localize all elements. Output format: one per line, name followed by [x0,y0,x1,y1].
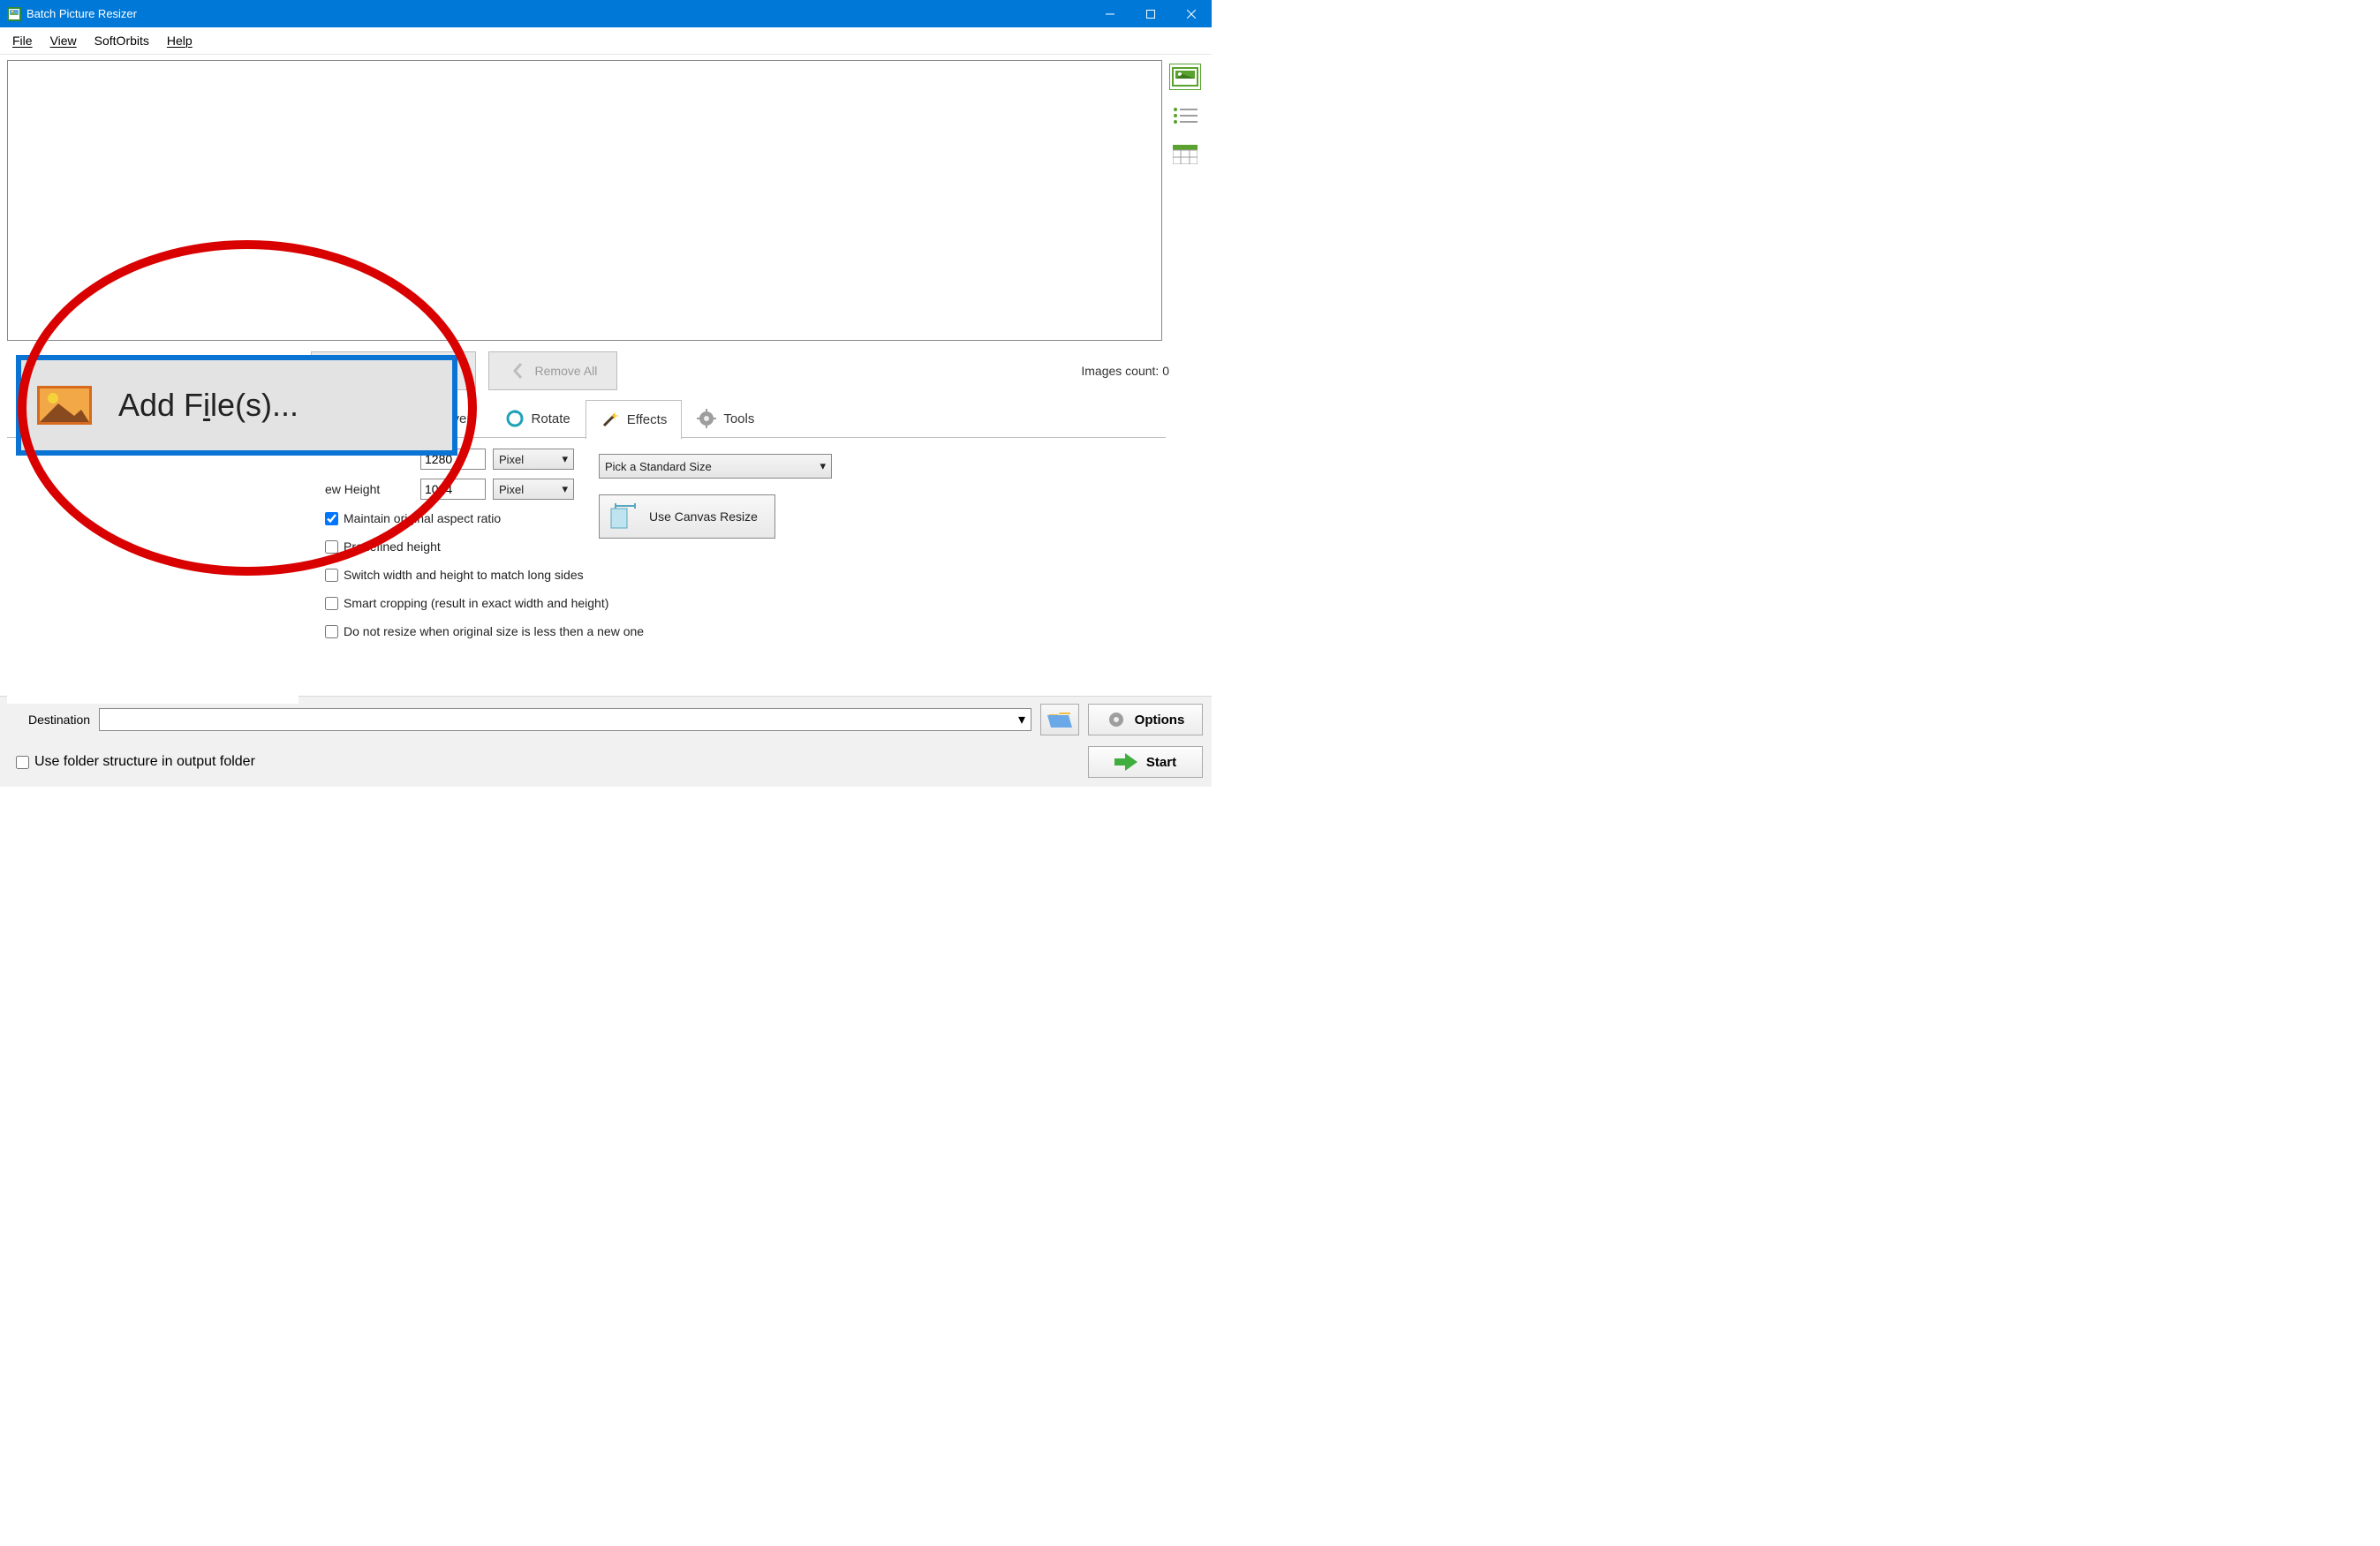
new-height-row: ew Height Pixel▾ [325,477,599,502]
destination-select[interactable]: ▾ [99,708,1031,731]
new-height-input[interactable] [420,479,486,500]
bottom-bar: Destination ▾ Options Use folder structu… [0,696,1212,787]
rotate-icon [505,409,525,428]
wand-icon [601,410,620,429]
window-title: Batch Picture Resizer [26,7,1090,20]
menu-softorbits[interactable]: SoftOrbits [86,30,158,51]
use-folder-structure-checkbox[interactable]: Use folder structure in output folder [16,750,255,773]
view-thumbnail-button[interactable] [1169,64,1201,90]
add-files-button[interactable]: Add File(s)... [16,355,457,456]
remove-all-label: Remove All [535,364,598,378]
menu-file[interactable]: File [4,30,42,51]
maximize-button[interactable] [1130,0,1171,27]
chevron-left-icon [509,358,526,383]
canvas-resize-button[interactable]: Use Canvas Resize [599,494,775,539]
gear-icon [697,409,716,428]
chevron-down-icon: ▾ [562,452,568,466]
folder-icon [1047,710,1072,729]
start-button[interactable]: Start [1088,746,1203,778]
chevron-down-icon: ▾ [1018,711,1025,728]
titlebar: Batch Picture Resizer [0,0,1212,27]
view-switcher [1169,60,1205,341]
menubar: File View SoftOrbits Help [0,27,1212,55]
new-height-label: ew Height [325,482,413,496]
resize-options: x Pixel▾ ew Height Pixel▾ Maintain origi… [7,438,1205,643]
standard-size-select[interactable]: Pick a Standard Size▾ [599,454,832,479]
height-unit-select[interactable]: Pixel▾ [493,479,574,500]
switch-wh-checkbox[interactable]: Switch width and height to match long si… [325,563,643,586]
app-icon [7,7,21,21]
add-files-label: Add File(s)... [118,387,298,424]
minimize-button[interactable] [1090,0,1130,27]
images-count: Images count: 0 [1081,364,1169,378]
menu-help[interactable]: Help [158,30,201,51]
canvas-resize-icon [610,503,637,530]
tab-tools[interactable]: Tools [682,399,769,438]
menu-view[interactable]: View [42,30,86,51]
view-grid-button[interactable] [1169,141,1201,168]
maintain-aspect-checkbox[interactable]: Maintain original aspect ratio [325,507,599,530]
width-unit-select[interactable]: Pixel▾ [493,449,574,470]
chevron-down-icon: ▾ [820,459,826,473]
image-list-pane[interactable] [7,60,1162,341]
tab-effects[interactable]: Effects [586,400,683,439]
remove-all-button[interactable]: Remove All [488,351,618,390]
gear-icon [1107,710,1126,729]
view-list-button[interactable] [1169,102,1201,129]
options-button[interactable]: Options [1088,704,1203,735]
close-button[interactable] [1171,0,1212,27]
predefined-height-checkbox[interactable]: Predefined height [325,535,599,558]
tab-rotate[interactable]: Rotate [490,399,586,438]
browse-folder-button[interactable] [1040,704,1079,735]
chevron-down-icon: ▾ [562,482,568,496]
play-icon [1114,753,1137,771]
destination-label: Destination [28,713,90,727]
picture-icon [37,386,92,425]
